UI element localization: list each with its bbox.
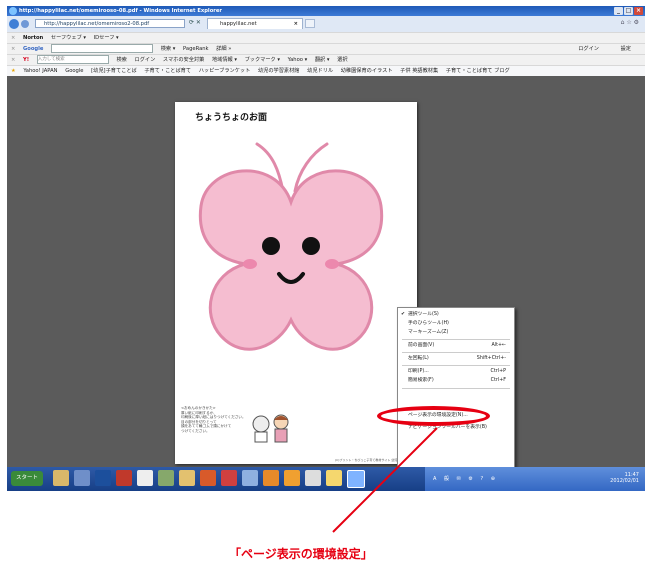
caption-text: 「ページ表示の環境設定」 (229, 547, 373, 561)
callout-line (332, 427, 438, 533)
